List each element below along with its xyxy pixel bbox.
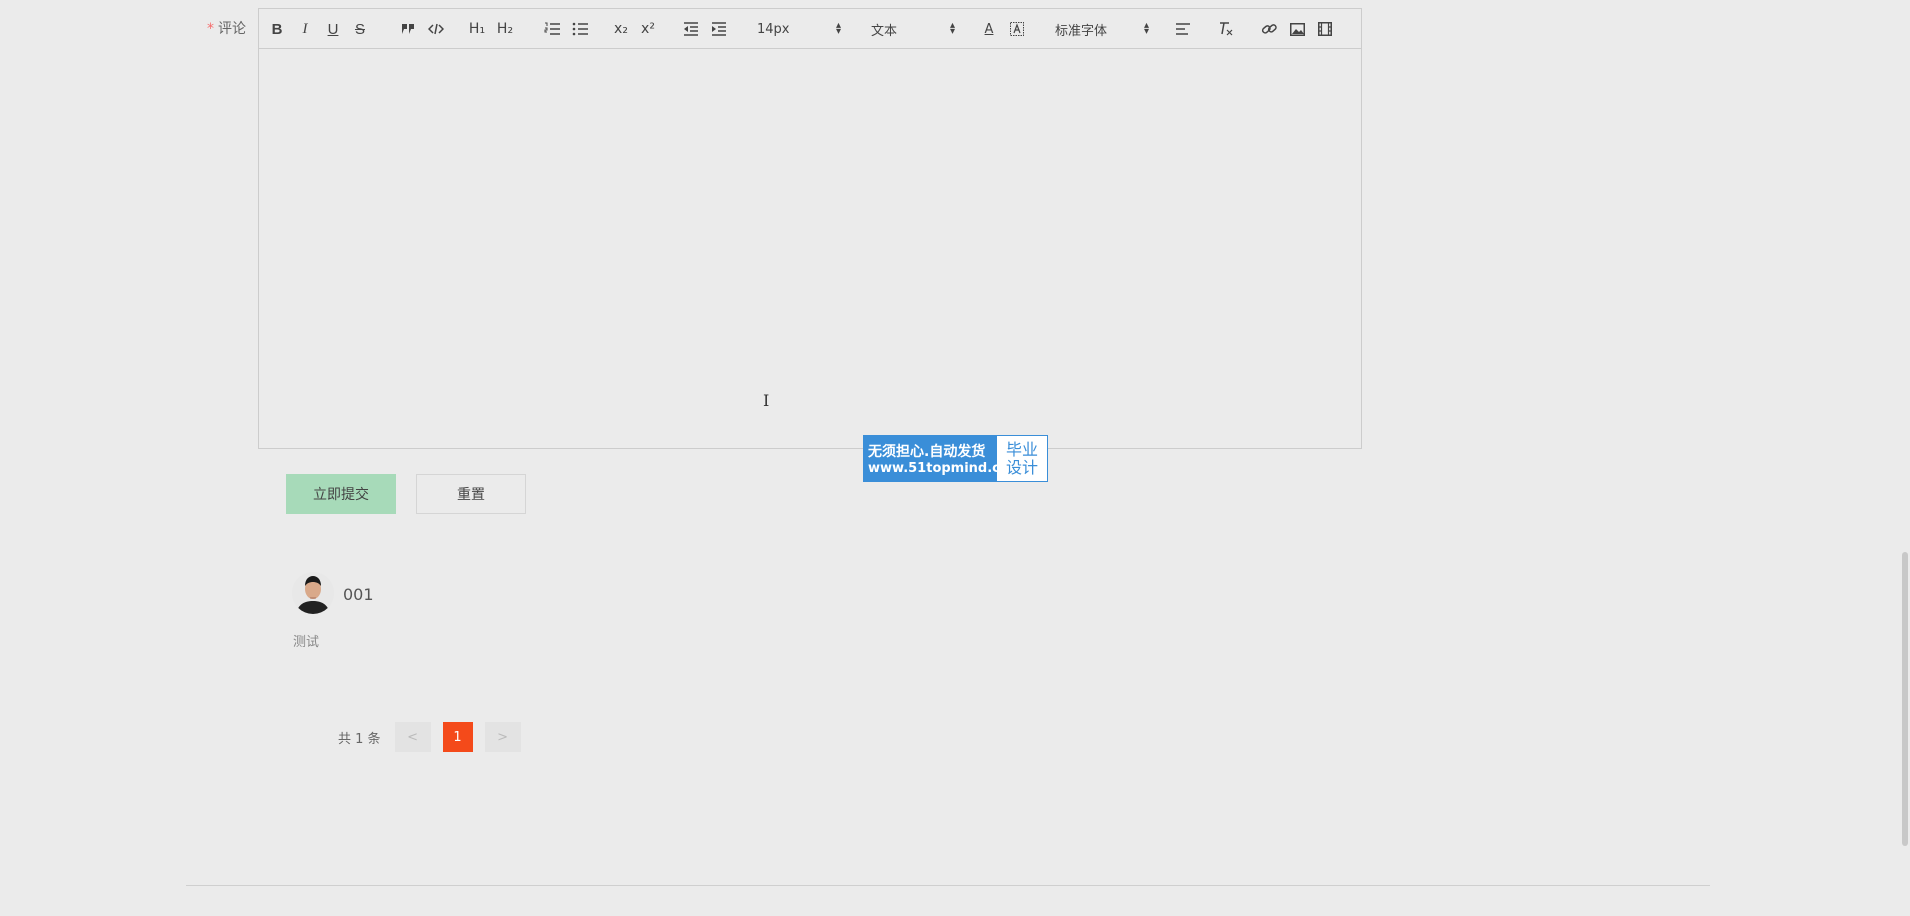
page-scrollbar[interactable] xyxy=(1900,0,1910,916)
select-arrows-icon: ▴ ▾ xyxy=(835,20,841,37)
indent-button[interactable] xyxy=(707,17,731,41)
quote-button[interactable] xyxy=(396,17,420,41)
video-button[interactable] xyxy=(1313,17,1337,41)
align-left-icon xyxy=(1176,23,1190,35)
link-button[interactable] xyxy=(1257,17,1281,41)
editor-toolbar: B I U S H₁ H₂ x₂ x² 14px ▴ ▾ 文本 ▴ ▾ A 标准… xyxy=(259,9,1361,49)
user-avatar-icon xyxy=(292,572,334,614)
comment-label: * 评论 xyxy=(196,18,246,38)
prev-page-button[interactable]: < xyxy=(394,722,431,752)
clear-format-button[interactable] xyxy=(1214,17,1238,41)
font-family-select[interactable]: 标准字体 ▴ ▾ xyxy=(1055,17,1149,41)
watermark-right: 毕业 设计 xyxy=(997,436,1047,481)
bullet-list-button[interactable] xyxy=(568,17,592,41)
select-arrows-icon: ▴ ▾ xyxy=(1143,20,1149,37)
highlight-icon xyxy=(1010,22,1024,36)
h2-button[interactable]: H₂ xyxy=(493,17,517,41)
watermark-right2: 设计 xyxy=(1005,457,1038,477)
bullet-list-icon xyxy=(572,22,588,36)
next-page-button[interactable]: > xyxy=(484,722,521,752)
italic-button[interactable]: I xyxy=(293,17,317,41)
background-color-button[interactable] xyxy=(1005,17,1029,41)
rich-text-editor[interactable]: B I U S H₁ H₂ x₂ x² 14px ▴ ▾ 文本 ▴ ▾ A 标准… xyxy=(258,8,1362,449)
watermark-line1: 无须担心.自动发货 xyxy=(868,444,986,460)
clear-format-icon xyxy=(1218,22,1234,36)
comment-text: 测试 xyxy=(293,635,320,650)
font-size-value: 14px xyxy=(757,21,790,37)
watermark-right1: 毕业 xyxy=(1005,439,1038,459)
outdent-icon xyxy=(683,22,699,36)
scrollbar-thumb[interactable] xyxy=(1902,552,1908,846)
code-button[interactable] xyxy=(424,17,448,41)
strike-button[interactable]: S xyxy=(348,17,372,41)
footer-divider xyxy=(186,885,1710,886)
outdent-button[interactable] xyxy=(679,17,703,41)
h1-button[interactable]: H₁ xyxy=(465,17,489,41)
comment-username: 001 xyxy=(343,585,374,604)
header-style-select[interactable]: 文本 ▴ ▾ xyxy=(871,17,955,41)
text-cursor-icon: I xyxy=(763,391,770,410)
reset-button[interactable]: 重置 xyxy=(416,474,526,514)
watermark-left: 无须担心.自动发货 www.51topmind.com xyxy=(864,436,1023,481)
editor-content-area[interactable]: I xyxy=(259,49,1361,448)
watermark-line2: www.51topmind.com xyxy=(868,461,1023,476)
page-number-current[interactable]: 1 xyxy=(442,722,473,752)
pagination-total: 共 1 条 xyxy=(338,731,381,747)
image-icon xyxy=(1289,22,1305,36)
ordered-list-icon xyxy=(544,22,560,36)
avatar xyxy=(292,572,334,614)
video-icon xyxy=(1318,22,1332,36)
subscript-button[interactable]: x₂ xyxy=(609,17,633,41)
link-icon xyxy=(1261,22,1277,36)
required-mark: * xyxy=(207,21,214,37)
superscript-button[interactable]: x² xyxy=(636,17,660,41)
underline-button[interactable]: U xyxy=(321,17,345,41)
ordered-list-button[interactable] xyxy=(540,17,564,41)
header-style-value: 文本 xyxy=(871,23,898,39)
font-family-value: 标准字体 xyxy=(1055,23,1108,39)
font-size-select[interactable]: 14px ▴ ▾ xyxy=(757,17,841,41)
select-arrows-icon: ▴ ▾ xyxy=(949,20,955,37)
align-button[interactable] xyxy=(1171,17,1195,41)
submit-button[interactable]: 立即提交 xyxy=(286,474,396,514)
quote-icon xyxy=(401,23,415,35)
image-button[interactable] xyxy=(1285,17,1309,41)
pagination: 共 1 条 < 1 > xyxy=(338,722,533,752)
bold-button[interactable]: B xyxy=(265,17,289,41)
code-icon xyxy=(428,23,444,35)
watermark-banner: 无须担心.自动发货 www.51topmind.com 毕业 设计 xyxy=(863,435,1048,482)
font-color-button[interactable]: A xyxy=(977,17,1001,41)
indent-icon xyxy=(711,22,727,36)
comment-label-text: 评论 xyxy=(218,21,246,37)
